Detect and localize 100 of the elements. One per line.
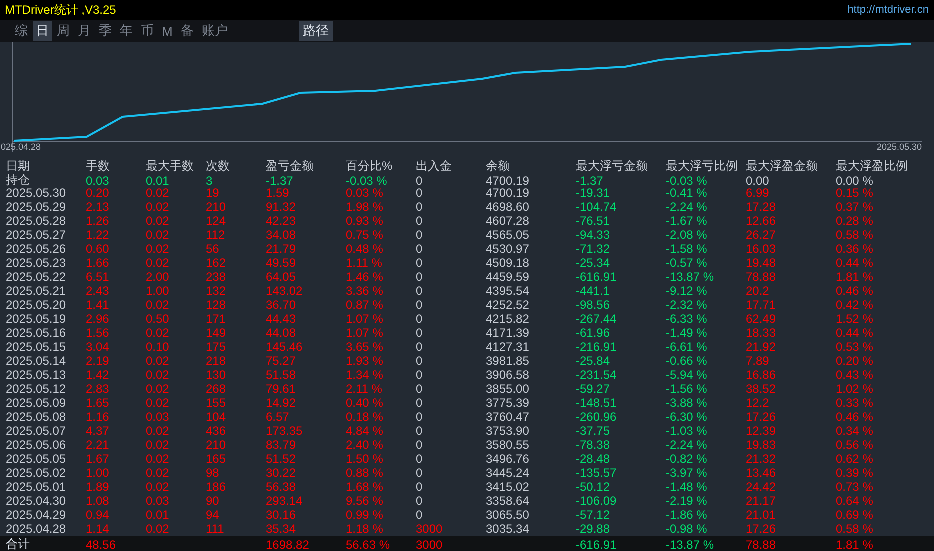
table-cell-text: -78.38	[576, 438, 612, 452]
table-cell-text: 49.59	[266, 256, 298, 270]
table-cell-text: 104	[206, 410, 228, 424]
period-tab[interactable]: M	[159, 22, 176, 40]
table-cell-text: 30.22	[266, 466, 298, 480]
table-cell-text: 0.60	[86, 242, 110, 256]
period-tab[interactable]: 季	[96, 21, 115, 41]
row-label: 2025.05.30	[6, 186, 68, 200]
table-cell-text: -135.57	[576, 466, 618, 480]
table-cell-text: 21.17	[746, 494, 778, 508]
table-cell-text: 4509.18	[486, 256, 530, 270]
period-tab[interactable]: 备	[178, 21, 197, 41]
column-header: 盈亏金额	[266, 158, 315, 175]
column-header: 百分比%	[346, 158, 394, 175]
table-cell-text: -267.44	[576, 312, 618, 326]
table-cell-text: 14.92	[266, 396, 298, 410]
table-cell-text: 4127.31	[486, 340, 530, 354]
table-cell-text: 0.62 %	[836, 452, 874, 466]
table-cell-text: 218	[206, 354, 228, 368]
table-cell-text: 0	[416, 354, 424, 368]
table-cell-text: 16.03	[746, 242, 778, 256]
table-cell-text: 6.51	[86, 270, 110, 284]
table-cell-text: 0.37 %	[836, 200, 874, 214]
table-cell-text: 0.10	[146, 340, 170, 354]
website-link[interactable]: http://mtdriver.cn	[848, 4, 929, 16]
table-cell-text: 0.02	[146, 396, 170, 410]
path-button[interactable]: 路径	[298, 21, 333, 41]
period-tab[interactable]: 日	[33, 21, 52, 41]
table-cell-text: 0.02	[146, 186, 170, 200]
period-tab[interactable]: 年	[117, 21, 136, 41]
table-cell-text: 36.70	[266, 298, 298, 312]
table-cell-text: 0	[416, 228, 424, 242]
table-cell-text: 3	[206, 174, 214, 188]
table-cell-text: 0.02	[146, 466, 170, 480]
table-cell-text: 0	[416, 298, 424, 312]
table-cell-text: 0.02	[146, 298, 170, 312]
table-cell-text: -1.03 %	[666, 424, 708, 438]
table-cell-text: 0.87 %	[346, 298, 384, 312]
table-cell-text: 17.26	[746, 522, 778, 536]
table-cell-text: 130	[206, 368, 228, 382]
table-cell-text: -0.41 %	[666, 186, 708, 200]
table-cell-text: 0.03 %	[346, 186, 384, 200]
table-cell-text: 35.34	[266, 522, 298, 536]
row-label: 2025.04.29	[6, 508, 68, 522]
table-cell-text: 0	[416, 340, 424, 354]
table-cell-text: 42.23	[266, 214, 298, 228]
period-tab[interactable]: 账户	[198, 21, 231, 41]
table-cell-text: 186	[206, 480, 228, 494]
table-cell-text: 3.65 %	[346, 340, 384, 354]
table-cell-text: 0.43 %	[836, 368, 874, 382]
table-cell-text: 3855.00	[486, 382, 530, 396]
table-cell-text: 1.98 %	[346, 200, 384, 214]
table-cell-text: 4698.60	[486, 200, 530, 214]
table-cell-text: 79.61	[266, 382, 298, 396]
table-cell-text: 34.08	[266, 228, 298, 242]
table-cell-text: 162	[206, 256, 228, 270]
table-cell-text: 13.46	[746, 466, 778, 480]
row-label: 2025.05.28	[6, 214, 68, 228]
table-cell-text: 1.34 %	[346, 368, 384, 382]
period-tab[interactable]: 币	[138, 21, 157, 41]
row-label: 2025.05.12	[6, 382, 68, 396]
table-cell-text: 21.32	[746, 452, 778, 466]
table-cell-text: 56.38	[266, 480, 298, 494]
table-cell-text: 44.43	[266, 312, 298, 326]
table-cell-text: 0.33 %	[836, 396, 874, 410]
column-header: 次数	[206, 158, 231, 175]
table-cell-text: 3.04	[86, 340, 110, 354]
table-cell-text: 0.36 %	[836, 242, 874, 256]
table-cell-text: 1.59	[266, 186, 290, 200]
table-cell-text: 0.39 %	[836, 466, 874, 480]
row-label: 2025.05.13	[6, 368, 68, 382]
table-cell-text: 3496.76	[486, 452, 530, 466]
table-cell-text: 19	[206, 186, 220, 200]
table-cell-text: 4.84 %	[346, 424, 384, 438]
table-cell-text: 0.02	[146, 522, 170, 536]
column-header: 最大手数	[146, 158, 195, 175]
table-cell-text: 1.07 %	[346, 312, 384, 326]
table-cell-text: 132	[206, 284, 228, 298]
table-cell-text: -260.96	[576, 410, 618, 424]
column-header: 出入金	[416, 158, 453, 175]
period-tab[interactable]: 月	[75, 21, 94, 41]
table-cell-text: 0	[416, 396, 424, 410]
table-cell-text: 0.02	[146, 228, 170, 242]
table-cell-text: 19.83	[746, 438, 778, 452]
table-cell-text: -1.48 %	[666, 480, 708, 494]
table-cell-text: 98	[206, 466, 220, 480]
table-cell-text: 4530.97	[486, 242, 530, 256]
table-cell-text: 6.99	[746, 186, 770, 200]
table-cell-text: 0	[416, 382, 424, 396]
table-cell-text: 0	[416, 494, 424, 508]
table-cell-text: -231.54	[576, 368, 618, 382]
table-cell-text: 3981.85	[486, 354, 530, 368]
table-cell-text: -13.87 %	[666, 538, 716, 551]
table-cell-text: -2.32 %	[666, 298, 708, 312]
period-tab[interactable]: 周	[54, 21, 73, 41]
period-tab[interactable]: 综	[12, 21, 31, 41]
table-cell-text: 0.34 %	[836, 424, 874, 438]
table-cell-text: 1.22	[86, 228, 110, 242]
table-cell-text: -1.67 %	[666, 214, 708, 228]
table-cell-text: 3415.02	[486, 480, 530, 494]
